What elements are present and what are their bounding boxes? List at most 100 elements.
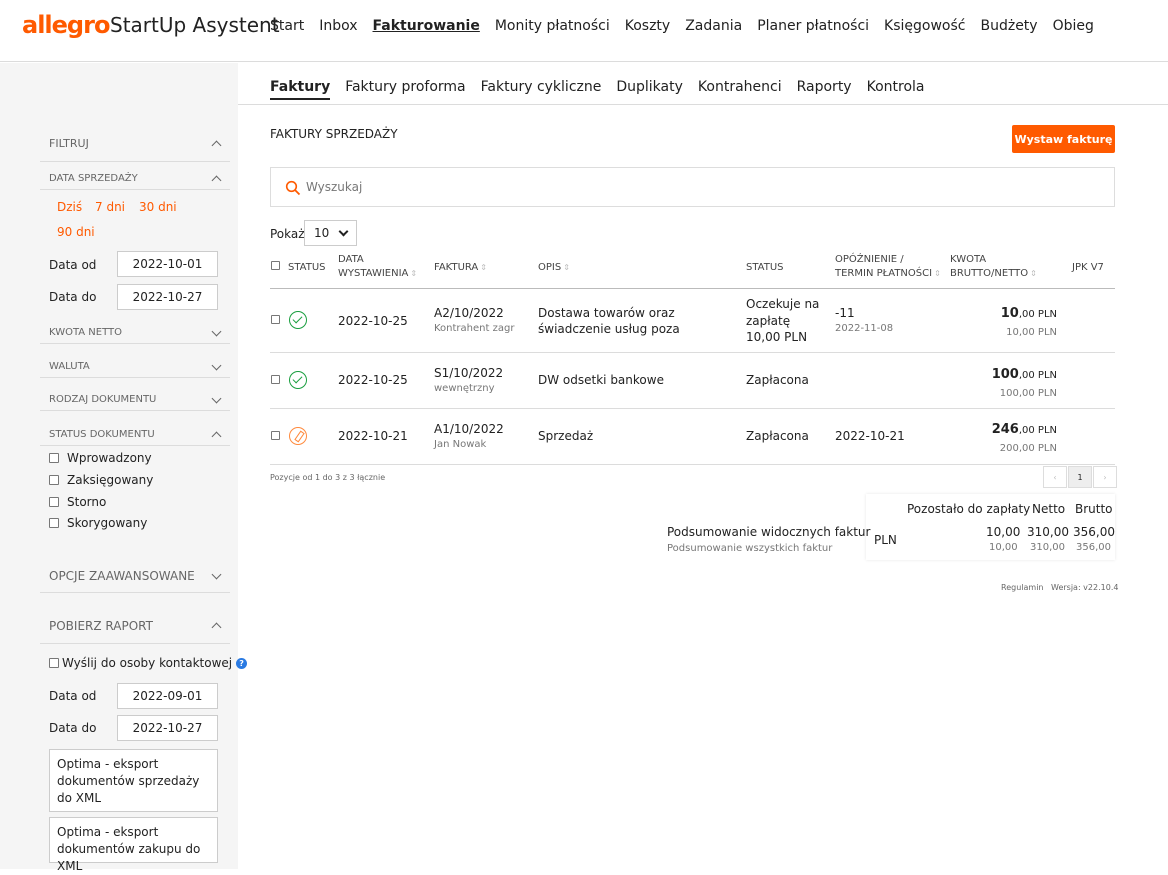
check-circle-icon (289, 371, 307, 389)
tab-cykliczne[interactable]: Faktury cykliczne (481, 79, 602, 100)
nav-obieg[interactable]: Obieg (1053, 18, 1094, 34)
tab-kontrola[interactable]: Kontrola (867, 79, 925, 100)
quick-90-days[interactable]: 90 dni (57, 225, 95, 239)
nav-budzety[interactable]: Budżety (980, 18, 1037, 34)
net-amount: 200,00 PLN (999, 443, 1057, 454)
edit-circle-icon (289, 427, 307, 445)
doc-status-header[interactable]: STATUS DOKUMENTU (40, 428, 230, 446)
date-to-input[interactable]: 2022-10-27 (117, 284, 218, 310)
gross-amount: 246,00 PLN (991, 422, 1057, 437)
status-storno[interactable]: Storno (49, 495, 106, 509)
row-checkbox[interactable] (271, 315, 280, 324)
page-1-button[interactable]: 1 (1068, 466, 1092, 488)
chevron-down-icon (211, 569, 222, 580)
terms-link[interactable]: Regulamin (1001, 583, 1043, 592)
version-label: Wersja: v22.10.4 (1051, 583, 1119, 592)
quick-7-days[interactable]: 7 dni (95, 200, 125, 214)
nav-fakturowanie[interactable]: Fakturowanie (373, 18, 480, 34)
checkbox[interactable] (49, 518, 59, 528)
invoice-number[interactable]: A2/10/2022 (434, 305, 504, 321)
col-amount[interactable]: KWOTA BRUTTO/NETTO ⇕ (950, 253, 1037, 281)
nav-inbox[interactable]: Inbox (319, 18, 357, 34)
row-checkbox[interactable] (271, 375, 280, 384)
search-input[interactable]: Wyszukaj (270, 167, 1115, 207)
doc-status-title: STATUS DOKUMENTU (49, 429, 155, 440)
col-jpk: JPK V7 (1072, 262, 1104, 273)
select-all-checkbox[interactable] (271, 261, 280, 270)
net-amount-header[interactable]: KWOTA NETTO (40, 326, 230, 344)
summary-gross-all: 356,00 (1076, 542, 1111, 553)
quick-30-days[interactable]: 30 dni (139, 200, 177, 214)
sub-nav: Faktury Faktury proforma Faktury cyklicz… (238, 63, 1168, 105)
tab-duplikaty[interactable]: Duplikaty (616, 79, 683, 100)
net-amount-title: KWOTA NETTO (49, 327, 123, 338)
chevron-up-icon (211, 431, 222, 442)
date-to-label: Data do (49, 290, 97, 304)
col-delay[interactable]: OPÓŹNIENIE / TERMIN PŁATNOŚCI ⇕ (835, 253, 941, 281)
help-icon[interactable]: ? (236, 657, 248, 669)
tab-proforma[interactable]: Faktury proforma (345, 79, 465, 100)
chevron-down-icon (211, 326, 222, 337)
col-description[interactable]: OPIS ⇕ (538, 261, 570, 275)
checkbox[interactable] (49, 497, 59, 507)
checkbox[interactable] (49, 475, 59, 485)
summary-visible-label: Podsumowanie widocznych faktur (667, 525, 871, 539)
page-size-label: Pokaż (270, 227, 305, 241)
quick-today[interactable]: Dziś (57, 200, 82, 214)
send-contact-row[interactable]: Wyślij do osoby kontaktowej ? (49, 656, 248, 670)
net-amount: 100,00 PLN (999, 388, 1057, 399)
issue-invoice-button[interactable]: Wystaw fakturę (1012, 125, 1115, 153)
advanced-options-header[interactable]: OPCJE ZAAWANSOWANE (40, 567, 230, 593)
nav-ksiegowosc[interactable]: Księgowość (884, 18, 965, 34)
filter-title: FILTRUJ (49, 137, 89, 150)
nav-start[interactable]: Start (270, 18, 304, 34)
col-invoice[interactable]: FAKTURA ⇕ (434, 261, 487, 275)
summary-gross: 356,00 (1073, 525, 1115, 539)
allegro-logo[interactable]: allegro (22, 11, 110, 39)
report-header[interactable]: POBIERZ RAPORT (40, 618, 230, 644)
filter-header[interactable]: FILTRUJ (40, 135, 230, 162)
tab-kontrahenci[interactable]: Kontrahenci (698, 79, 782, 100)
checkbox[interactable] (49, 453, 59, 463)
report-date-from-label: Data od (49, 689, 97, 703)
chevron-up-icon (211, 622, 222, 633)
sale-date-header[interactable]: DATA SPRZEDAŻY (40, 173, 230, 190)
invoice-number[interactable]: S1/10/2022 (434, 365, 503, 381)
sale-date-title: DATA SPRZEDAŻY (49, 173, 138, 184)
tab-raporty[interactable]: Raporty (797, 79, 852, 100)
status-wprowadzony[interactable]: Wprowadzony (49, 451, 152, 465)
status-zaksiegowany[interactable]: Zaksięgowany (49, 473, 153, 487)
row-checkbox[interactable] (271, 431, 280, 440)
nav-monity[interactable]: Monity płatności (495, 18, 610, 34)
summary-currency: PLN (874, 533, 897, 547)
export-sales-xml-button[interactable]: Optima - eksport dokumentów sprzedaży do… (49, 749, 218, 812)
checkbox[interactable] (49, 658, 59, 668)
chevron-down-icon (211, 393, 222, 404)
date-from-input[interactable]: 2022-10-01 (117, 251, 218, 277)
tab-faktury[interactable]: Faktury (270, 79, 331, 100)
gross-amount: 10,00 PLN (1000, 306, 1057, 321)
check-circle-icon (289, 311, 307, 329)
next-page-button[interactable]: › (1093, 466, 1117, 488)
report-date-from-input[interactable]: 2022-09-01 (117, 683, 218, 709)
page-title: FAKTURY SPRZEDAŻY (270, 127, 398, 141)
report-date-to-input[interactable]: 2022-10-27 (117, 715, 218, 741)
date-from-label: Data od (49, 258, 97, 272)
status-skorygowany[interactable]: Skorygowany (49, 516, 147, 530)
nav-planer[interactable]: Planer płatności (757, 18, 869, 34)
chevron-up-icon (211, 175, 222, 186)
page-size-select[interactable]: 10 (304, 220, 357, 246)
report-title: POBIERZ RAPORT (49, 619, 153, 633)
header-divider (270, 288, 1115, 289)
currency-header[interactable]: WALUTA (40, 360, 230, 378)
top-bar: allegro StartUp Asystent Start Inbox Fak… (0, 0, 1168, 62)
export-purchases-xml-button[interactable]: Optima - eksport dokumentów zakupu do XM… (49, 817, 218, 873)
summary-remaining-header: Pozostało do zapłaty (907, 502, 1031, 516)
nav-koszty[interactable]: Koszty (625, 18, 670, 34)
summary-net-all: 310,00 (1030, 542, 1065, 553)
col-date[interactable]: DATA WYSTAWIENIA ⇕ (338, 253, 417, 281)
prev-page-button[interactable]: ‹ (1043, 466, 1067, 488)
nav-zadania[interactable]: Zadania (685, 18, 742, 34)
invoice-number[interactable]: A1/10/2022 (434, 421, 504, 437)
doc-type-header[interactable]: RODZAJ DOKUMENTU (40, 393, 230, 411)
